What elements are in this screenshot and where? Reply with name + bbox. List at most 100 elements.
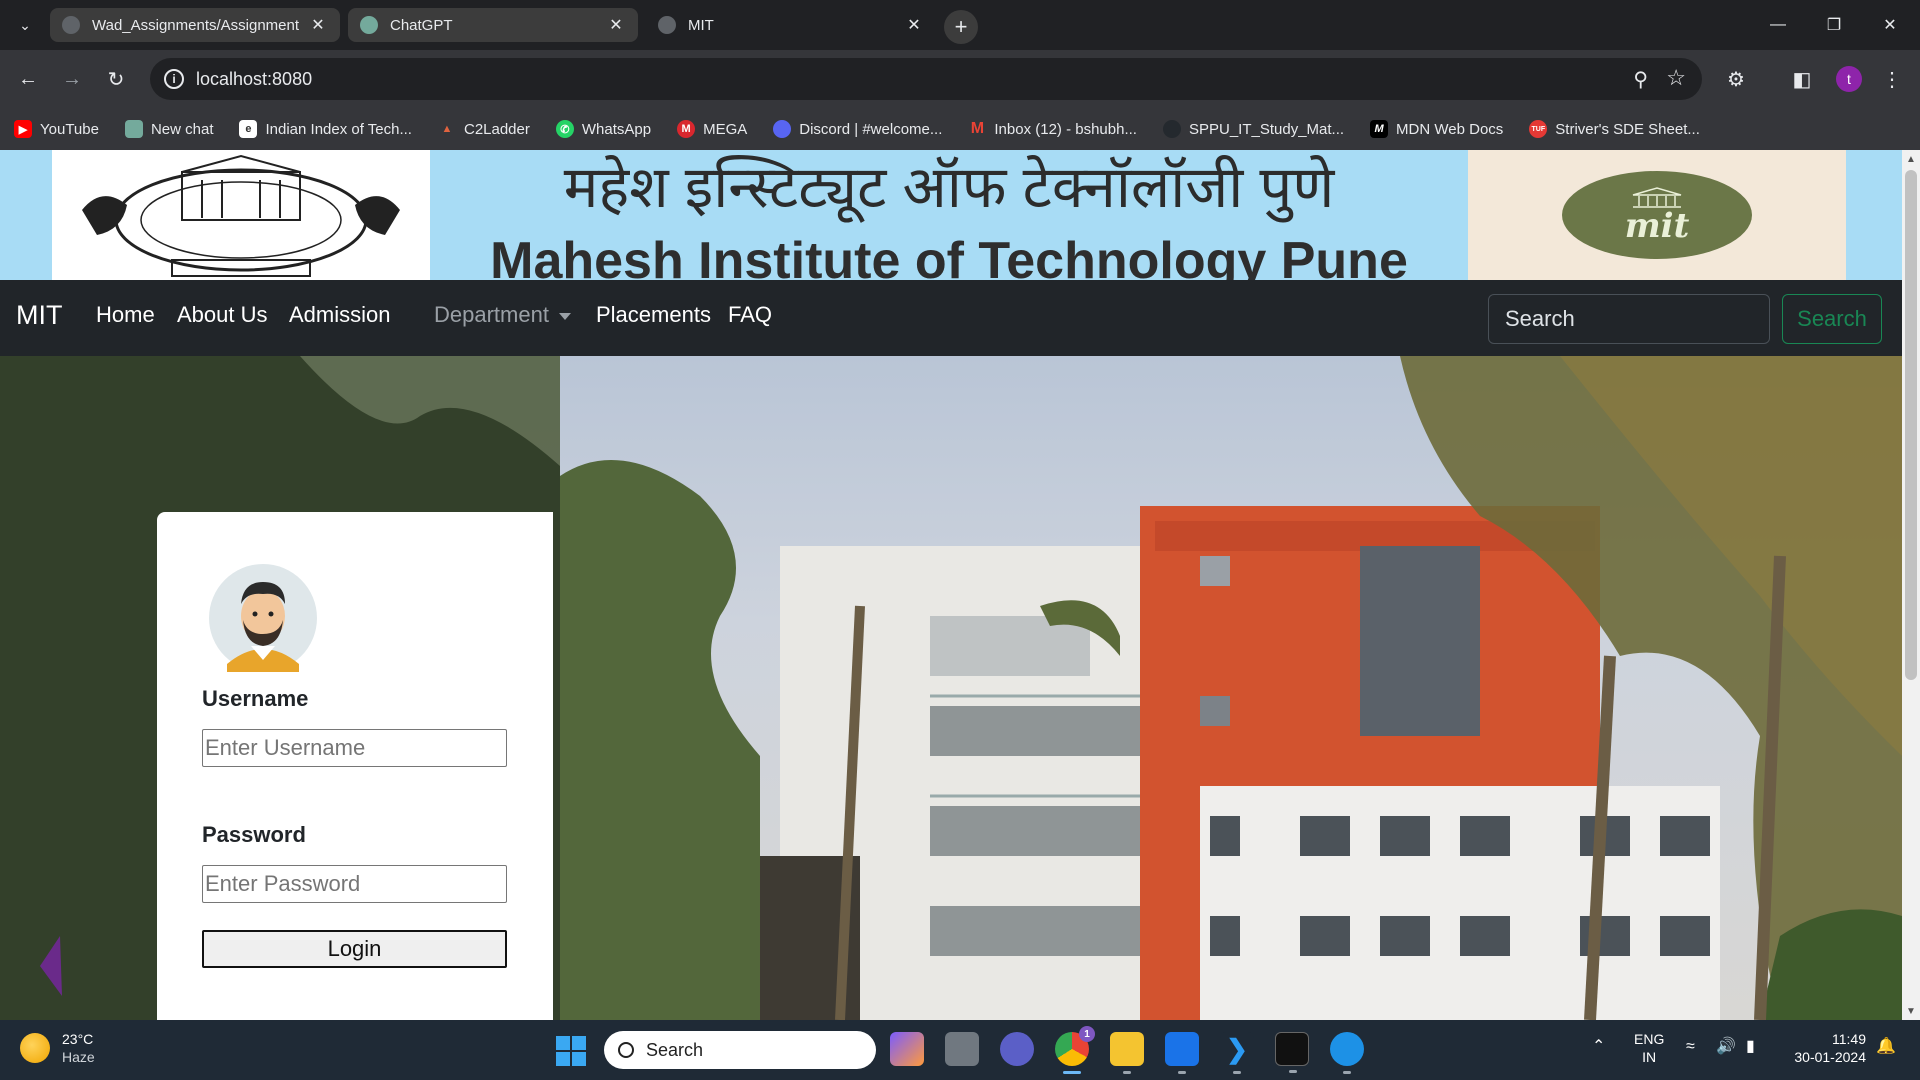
site-search-button[interactable]: Search <box>1782 294 1882 344</box>
mit-logo-text: mit <box>1624 206 1690 246</box>
username-input[interactable] <box>202 729 507 767</box>
nav-dropdown-department[interactable]: Department <box>434 302 571 328</box>
bookmark-gmail[interactable]: M Inbox (12) - bshubh... <box>968 120 1137 138</box>
running-app-indicator <box>1233 1071 1241 1074</box>
weather-temperature: 23°C <box>62 1031 94 1047</box>
nav-link-faq[interactable]: FAQ <box>728 302 772 328</box>
nav-link-placements[interactable]: Placements <box>596 302 711 328</box>
browser-toolbar: ← → ↻ i localhost:8080 ⚲ ☆ ⚙ ◧ t ⋮ <box>0 50 1920 108</box>
login-card: Username Password Login <box>157 512 553 1020</box>
vscode-icon[interactable]: ❯ <box>1220 1032 1254 1074</box>
tab-close-icon[interactable]: ✕ <box>308 15 328 35</box>
globe-icon <box>658 16 676 34</box>
hindi-institute-title: महेश इन्स्टिट्यूट ऑफ टेक्नॉलॉजी पुणे <box>563 155 1335 220</box>
youtube-icon: ▶ <box>14 120 32 138</box>
chrome-icon[interactable]: 1 <box>1055 1026 1095 1074</box>
chart-icon: ▲ <box>441 123 453 135</box>
wifi-icon[interactable]: ≈ <box>1686 1038 1695 1056</box>
bookmark-indian-index[interactable]: e Indian Index of Tech... <box>239 120 412 138</box>
bookmark-new-chat[interactable]: New chat <box>124 120 213 138</box>
clock-time: 11:49 <box>1832 1031 1866 1047</box>
teams-chat-icon[interactable] <box>1000 1032 1034 1066</box>
tab-close-icon[interactable]: ✕ <box>606 15 626 35</box>
docker-icon[interactable] <box>1330 1032 1364 1074</box>
running-app-indicator <box>1178 1071 1186 1074</box>
tab-close-icon[interactable]: ✕ <box>904 15 924 35</box>
close-window-icon[interactable]: ✕ <box>1862 0 1918 50</box>
new-tab-button[interactable]: + <box>944 10 978 44</box>
taskbar-search-box[interactable]: Search <box>604 1031 876 1069</box>
forward-arrow-icon[interactable]: → <box>56 63 88 95</box>
show-hidden-icons-chevron-icon[interactable]: ⌃ <box>1592 1038 1605 1056</box>
file-explorer-icon[interactable] <box>1110 1032 1144 1074</box>
bookmark-striver[interactable]: TUF Striver's SDE Sheet... <box>1529 120 1700 138</box>
sun-haze-icon <box>20 1033 50 1063</box>
github-icon <box>62 16 80 34</box>
header-banner: महेश इन्स्टिट्यूट ऑफ टेक्नॉलॉजी पुणे Mah… <box>0 150 1902 290</box>
site-search-input[interactable] <box>1488 294 1770 344</box>
scrollbar-thumb[interactable] <box>1905 170 1917 680</box>
password-input[interactable] <box>202 865 507 903</box>
tab-mit[interactable]: MIT ✕ <box>646 8 936 42</box>
scroll-up-arrow-icon[interactable]: ▲ <box>1902 150 1920 168</box>
running-app-indicator <box>1123 1071 1131 1074</box>
reload-icon[interactable]: ↻ <box>100 63 132 95</box>
battery-icon[interactable]: ▮ <box>1746 1038 1755 1056</box>
bookmark-discord[interactable]: Discord | #welcome... <box>773 120 942 138</box>
whatsapp-icon: ✆ <box>555 120 574 138</box>
paint-app-icon[interactable] <box>1165 1032 1199 1074</box>
mega-icon: M <box>677 120 696 138</box>
volume-icon[interactable]: 🔊 <box>1716 1038 1736 1056</box>
tuf-icon: TUF <box>1529 120 1548 138</box>
menu-kebab-icon[interactable]: ⋮ <box>1876 63 1908 95</box>
weather-widget[interactable]: 23°C Haze <box>20 1030 95 1066</box>
chatgpt-icon <box>124 120 143 138</box>
back-arrow-icon[interactable]: ← <box>12 63 44 95</box>
page-scrollbar[interactable]: ▲ ▼ <box>1902 150 1920 1020</box>
weather-description: Haze <box>62 1049 95 1065</box>
restore-icon[interactable]: ❐ <box>1806 0 1862 50</box>
gmail-icon: M <box>970 120 985 137</box>
address-bar[interactable]: i localhost:8080 ⚲ ☆ <box>150 58 1702 100</box>
windows-start-icon[interactable] <box>556 1036 586 1066</box>
task-view-icon[interactable] <box>945 1032 979 1066</box>
tab-github[interactable]: Wad_Assignments/Assignment ✕ <box>50 8 340 42</box>
page-viewport: महेश इन्स्टिट्यूट ऑफ टेक्नॉलॉजी पुणे Mah… <box>0 150 1902 1020</box>
bookmark-youtube[interactable]: ▶ YouTube <box>14 120 99 138</box>
mdn-icon: M <box>1370 120 1389 138</box>
url-text[interactable]: localhost:8080 <box>196 69 312 90</box>
nav-link-admission[interactable]: Admission <box>289 302 390 328</box>
user-avatar-icon <box>209 564 317 672</box>
bookmark-mdn[interactable]: M MDN Web Docs <box>1370 120 1503 138</box>
notification-bell-icon[interactable]: 🔔 <box>1876 1038 1896 1056</box>
tab-title: MIT <box>688 16 714 34</box>
terminal-icon[interactable] <box>1275 1032 1309 1073</box>
nav-link-home[interactable]: Home <box>96 302 155 328</box>
bookmark-sppu-study[interactable]: SPPU_IT_Study_Mat... <box>1162 120 1344 138</box>
extensions-icon[interactable]: ⚙ <box>1720 63 1752 95</box>
side-panel-icon[interactable]: ◧ <box>1786 63 1818 95</box>
login-button[interactable]: Login <box>202 930 507 968</box>
bookmark-mega[interactable]: M MEGA <box>677 120 747 138</box>
discord-icon <box>773 120 792 138</box>
minimize-icon[interactable]: — <box>1750 0 1806 50</box>
clock[interactable]: 11:49 30-01-2024 <box>1782 1030 1866 1066</box>
browser-tab-strip: ⌄ Wad_Assignments/Assignment ✕ ChatGPT ✕… <box>0 0 1920 50</box>
navbar-brand[interactable]: MIT <box>16 300 63 331</box>
nav-link-about-us[interactable]: About Us <box>177 302 268 328</box>
language-indicator[interactable]: ENG IN <box>1634 1030 1664 1066</box>
bookmark-whatsapp[interactable]: ✆ WhatsApp <box>555 120 651 138</box>
windows-taskbar: 23°C Haze Search 1 ❯ ⌃ ENG IN ≈ 🔊 ▮ 11:4… <box>0 1020 1920 1080</box>
zoom-icon[interactable]: ⚲ <box>1633 67 1648 92</box>
tab-search-dropdown-icon[interactable]: ⌄ <box>12 12 38 38</box>
profile-avatar[interactable]: t <box>1836 66 1862 92</box>
site-info-icon[interactable]: i <box>164 69 184 89</box>
copilot-icon[interactable] <box>890 1032 924 1066</box>
bookmark-c2ladder[interactable]: ▲ C2Ladder <box>438 120 530 138</box>
bookmark-star-icon[interactable]: ☆ <box>1666 65 1686 91</box>
site-navbar: MIT Home About Us Admission Department P… <box>0 280 1902 356</box>
scroll-down-arrow-icon[interactable]: ▼ <box>1902 1002 1920 1020</box>
tab-chatgpt[interactable]: ChatGPT ✕ <box>348 8 638 42</box>
running-app-indicator <box>1289 1070 1297 1073</box>
chrome-notification-badge: 1 <box>1079 1026 1095 1042</box>
